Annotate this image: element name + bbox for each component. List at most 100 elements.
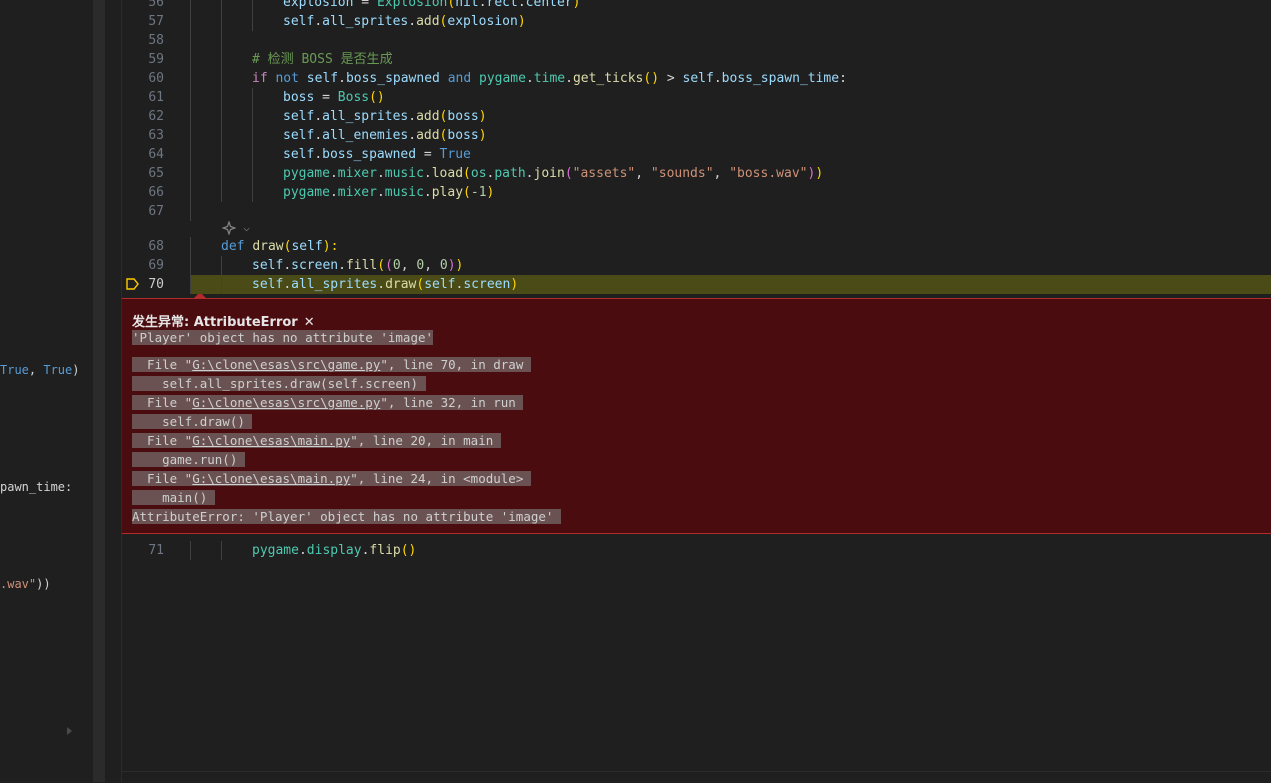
sparkle-icon[interactable] [221, 219, 237, 236]
indent-guide [190, 50, 191, 69]
traceback-line: self.all_sprites.draw(self.screen) [132, 375, 426, 392]
code-token: def [221, 239, 245, 254]
indent-guide [221, 0, 222, 12]
code-text: self.all_enemies.add(boss) [283, 126, 487, 145]
code-token: = [353, 0, 377, 10]
code-token: ) [572, 0, 581, 10]
code-token: = [416, 147, 440, 162]
code-token: center [525, 0, 573, 10]
code-token: . [314, 128, 323, 143]
code-token: -1 [470, 185, 487, 200]
indent-guide [252, 107, 253, 126]
code-token: ) [815, 166, 824, 181]
code-token: ) [455, 258, 464, 273]
code-token: () [400, 543, 417, 558]
code-line[interactable]: 68 def draw(self): [122, 237, 1271, 256]
left-pane-scrollbar[interactable] [93, 0, 105, 782]
code-text: def draw(self): [221, 237, 338, 256]
code-text: self.all_sprites.add(boss) [283, 107, 487, 126]
traceback-text: File "G:\clone\esas\src\game.py", line 7… [132, 357, 531, 372]
code-token: ) [486, 185, 495, 200]
code-token: . [713, 71, 722, 86]
code-line[interactable]: 67 [122, 202, 1271, 221]
code-line[interactable]: 60 if not self.boss_spawned and pygame.ti… [122, 69, 1271, 88]
code-line[interactable]: 58 [122, 31, 1271, 50]
indent-guide [190, 12, 191, 31]
traceback-text: self.all_sprites.draw(self.screen) [132, 376, 426, 391]
exception-title: 发生异常: AttributeError ✕ [132, 311, 315, 330]
line-number: 64 [148, 147, 164, 162]
code-token: ( [385, 258, 393, 273]
code-token: 0 [392, 258, 401, 273]
code-line[interactable]: 59 # 检测 BOSS 是否生成 [122, 50, 1271, 69]
code-line[interactable]: 65 pygame.mixer.music.load(os.path.join("… [122, 164, 1271, 183]
code-line[interactable]: 66 pygame.mixer.music.play(-1) [122, 183, 1271, 202]
code-token: () [369, 90, 385, 105]
fold-arrow-icon[interactable] [67, 727, 72, 735]
chevron-down-icon[interactable]: ⌵ [243, 221, 250, 234]
traceback-file-link[interactable]: G:\clone\esas\src\game.py [192, 357, 380, 372]
code-token: load [431, 166, 464, 181]
code-line[interactable]: 64 self.boss_spawned = True [122, 145, 1271, 164]
code-token: ( [463, 166, 471, 181]
codelens[interactable]: ⌵ [221, 219, 250, 237]
line-number: 56 [148, 0, 164, 10]
code-line[interactable]: 61 boss = Boss() [122, 88, 1271, 107]
indent-guide [221, 183, 222, 202]
editor-split-divider[interactable] [105, 0, 122, 782]
indent-guide [221, 275, 222, 294]
indent-guide [190, 256, 191, 275]
left-code-line: .wav")) [0, 577, 51, 591]
code-text: boss = Boss() [283, 88, 385, 107]
code-token: ( [377, 258, 386, 273]
traceback-text: main() [132, 490, 215, 505]
traceback-text: File "G:\clone\esas\main.py", line 20, i… [132, 433, 501, 448]
code-token: True [439, 147, 471, 162]
code-token: display [306, 543, 362, 558]
horizontal-scrollbar[interactable] [122, 771, 1271, 783]
code-line[interactable]: 63 self.all_enemies.add(boss) [122, 126, 1271, 145]
close-icon[interactable]: ✕ [304, 315, 315, 330]
indent-guide [252, 126, 253, 145]
traceback-file-link[interactable]: G:\clone\esas\main.py [192, 433, 350, 448]
code-token: self [252, 258, 284, 273]
code-editor[interactable]: ⌵ 发生异常: AttributeError ✕ 'Player' object … [122, 0, 1271, 782]
code-line[interactable]: self.all_sprites.draw(self.screen) [190, 275, 1271, 294]
debug-current-line-icon[interactable] [126, 278, 139, 290]
indent-guide [190, 202, 191, 221]
code-token: () [643, 71, 660, 86]
indent-guide [221, 12, 222, 31]
indent-guide [190, 69, 191, 88]
code-line[interactable]: 57 self.all_sprites.add(explosion) [122, 12, 1271, 31]
code-line[interactable]: 56 explosion = Explosion(hit.rect.center) [122, 0, 1271, 12]
exception-widget: 发生异常: AttributeError ✕ 'Player' object ha… [122, 292, 1271, 534]
indent-guide [221, 69, 222, 88]
code-token: , [400, 258, 417, 273]
traceback-file-link[interactable]: G:\clone\esas\main.py [192, 471, 350, 486]
code-line[interactable]: 62 self.all_sprites.add(boss) [122, 107, 1271, 126]
traceback-line: File "G:\clone\esas\src\game.py", line 3… [132, 394, 524, 411]
code-token: self [283, 128, 315, 143]
traceback-file-link[interactable]: G:\clone\esas\src\game.py [192, 395, 380, 410]
code-token: screen [463, 277, 511, 292]
line-number: 61 [148, 90, 164, 105]
code-token: ) [447, 258, 456, 273]
line-number: 62 [148, 109, 164, 124]
code-token: boss [447, 109, 479, 124]
code-token: screen [291, 258, 339, 273]
indent-guide [221, 107, 222, 126]
indent-guide [190, 275, 191, 294]
traceback-line: File "G:\clone\esas\main.py", line 20, i… [132, 432, 501, 449]
left-editor-pane[interactable]: True, True) pawn_time: .wav")) [0, 0, 93, 782]
code-token: boss_spawned [322, 147, 417, 162]
code-line[interactable]: 71 pygame.display.flip() [122, 541, 1271, 560]
code-token: pygame [283, 166, 330, 181]
code-token: # 检测 BOSS 是否生成 [252, 52, 393, 67]
code-line[interactable]: 69 self.screen.fill((0, 0, 0)) [122, 256, 1271, 275]
code-token: . [423, 185, 432, 200]
code-token: True [0, 363, 29, 377]
line-number: 71 [148, 543, 164, 558]
code-token: self [283, 14, 315, 29]
code-token: . [525, 71, 534, 86]
